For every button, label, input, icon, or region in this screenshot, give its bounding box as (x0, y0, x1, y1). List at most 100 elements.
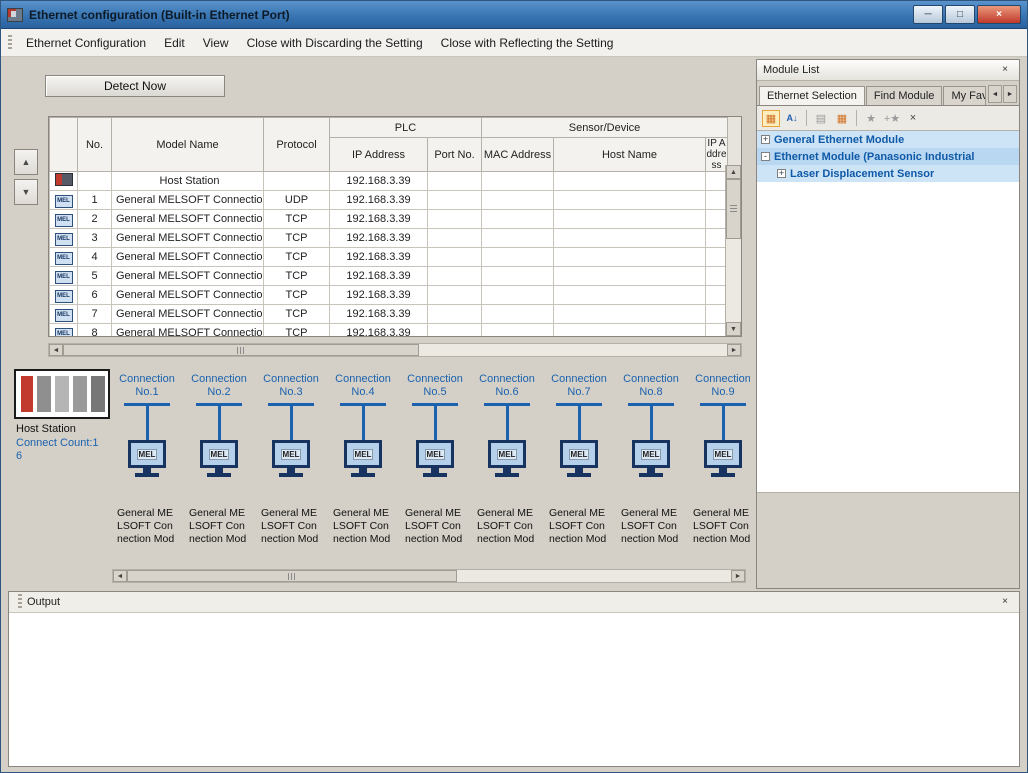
menu-ethernet-configuration[interactable]: Ethernet Configuration (17, 32, 155, 54)
model-name-cell[interactable]: General MELSOFT Connection (112, 191, 264, 210)
scroll-right-button[interactable]: ► (727, 344, 741, 356)
ip-address-cell[interactable]: 192.168.3.39 (330, 305, 428, 324)
model-name-cell[interactable]: General MELSOFT Connection (112, 286, 264, 305)
sort-icon[interactable]: A↓ (783, 110, 801, 127)
menu-view[interactable]: View (194, 32, 238, 54)
protocol-cell[interactable]: TCP (264, 286, 330, 305)
add-favorite-icon[interactable]: +★ (883, 110, 901, 127)
scrollbar-track[interactable] (419, 344, 727, 356)
no-cell[interactable]: 1 (78, 191, 112, 210)
expand-icon[interactable]: + (761, 135, 770, 144)
table-row[interactable]: MEL5General MELSOFT ConnectionTCP192.168… (50, 267, 728, 286)
module-icon-cell[interactable]: MEL (50, 286, 78, 305)
no-cell[interactable] (78, 172, 112, 191)
model-name-cell[interactable]: General MELSOFT Connection (112, 210, 264, 229)
tab-find-module[interactable]: Find Module (866, 86, 943, 105)
model-name-cell[interactable]: General MELSOFT Connection (112, 229, 264, 248)
tree-item[interactable]: +Laser Displacement Sensor (757, 165, 1019, 182)
connection-2[interactable]: Connection No.2MELGeneral ME LSOFT Con n… (183, 373, 255, 546)
scrollbar-thumb[interactable] (63, 344, 419, 356)
connection-1[interactable]: Connection No.1MELGeneral ME LSOFT Con n… (111, 373, 183, 546)
move-down-button[interactable]: ▼ (14, 179, 38, 205)
no-cell[interactable]: 3 (78, 229, 112, 248)
detect-now-button[interactable]: Detect Now (45, 75, 225, 97)
close-button[interactable]: × (977, 5, 1021, 24)
table-vertical-scrollbar[interactable]: ▲ ▼ (725, 165, 741, 336)
connection-4[interactable]: Connection No.4MELGeneral ME LSOFT Con n… (327, 373, 399, 546)
no-cell[interactable]: 8 (78, 324, 112, 338)
no-cell[interactable]: 4 (78, 248, 112, 267)
protocol-cell[interactable]: UDP (264, 191, 330, 210)
scroll-left-button[interactable]: ◄ (113, 570, 127, 582)
port-cell[interactable] (428, 286, 482, 305)
port-cell[interactable] (428, 248, 482, 267)
port-cell[interactable] (428, 210, 482, 229)
move-up-button[interactable]: ▲ (14, 149, 38, 175)
menu-close-discarding[interactable]: Close with Discarding the Setting (238, 32, 432, 54)
group-list-icon[interactable]: ▤ (812, 110, 830, 127)
module-icon-cell[interactable]: MEL (50, 191, 78, 210)
module-list-close-button[interactable]: × (997, 63, 1013, 78)
collapse-icon[interactable]: - (761, 152, 770, 161)
connection-8[interactable]: Connection No.8MELGeneral ME LSOFT Con n… (615, 373, 687, 546)
connection-3[interactable]: Connection No.3MELGeneral ME LSOFT Con n… (255, 373, 327, 546)
protocol-cell[interactable]: TCP (264, 305, 330, 324)
table-row[interactable]: MEL8General MELSOFT ConnectionTCP192.168… (50, 324, 728, 338)
port-cell[interactable] (428, 172, 482, 191)
titlebar[interactable]: Ethernet configuration (Built-in Etherne… (1, 1, 1027, 29)
mac-address-cell[interactable] (482, 248, 554, 267)
connection-6[interactable]: Connection No.6MELGeneral ME LSOFT Con n… (471, 373, 543, 546)
tab-scroll-right-button[interactable]: ► (1003, 85, 1017, 103)
ip-address-cell[interactable]: 192.168.3.39 (330, 286, 428, 305)
module-icon-cell[interactable] (50, 172, 78, 191)
host-name-cell[interactable] (554, 172, 706, 191)
port-cell[interactable] (428, 229, 482, 248)
ip-address-cell[interactable]: 192.168.3.39 (330, 210, 428, 229)
favorite-icon[interactable]: ★ (862, 110, 880, 127)
protocol-cell[interactable]: TCP (264, 324, 330, 338)
scroll-up-button[interactable]: ▲ (726, 165, 741, 179)
ip-address-cell[interactable]: 192.168.3.39 (330, 191, 428, 210)
maximize-button[interactable]: □ (945, 5, 975, 24)
connection-9[interactable]: Connection No.9MELGeneral ME LSOFT Con n… (687, 373, 750, 546)
menubar-grip[interactable] (8, 35, 12, 51)
table-row[interactable]: MEL1General MELSOFT ConnectionUDP192.168… (50, 191, 728, 210)
ip-address-cell[interactable]: 192.168.3.39 (330, 172, 428, 191)
scrollbar-track[interactable] (457, 570, 731, 582)
mac-address-cell[interactable] (482, 324, 554, 338)
no-cell[interactable]: 2 (78, 210, 112, 229)
protocol-cell[interactable]: TCP (264, 248, 330, 267)
protocol-cell[interactable]: TCP (264, 210, 330, 229)
scrollbar-thumb[interactable] (127, 570, 457, 582)
scroll-right-button[interactable]: ► (731, 570, 745, 582)
menu-close-reflecting[interactable]: Close with Reflecting the Setting (432, 32, 623, 54)
table-row[interactable]: MEL2General MELSOFT ConnectionTCP192.168… (50, 210, 728, 229)
diagram-horizontal-scrollbar[interactable]: ◄ ► (112, 569, 746, 583)
connection-7[interactable]: Connection No.7MELGeneral ME LSOFT Con n… (543, 373, 615, 546)
scrollbar-thumb[interactable] (726, 179, 741, 239)
delete-icon[interactable]: × (904, 110, 922, 127)
mac-address-cell[interactable] (482, 305, 554, 324)
table-row[interactable]: MEL4General MELSOFT ConnectionTCP192.168… (50, 248, 728, 267)
tab-scroll-left-button[interactable]: ◄ (988, 85, 1002, 103)
tree-item[interactable]: -Ethernet Module (Panasonic Industrial (757, 148, 1019, 165)
protocol-cell[interactable]: TCP (264, 267, 330, 286)
output-close-button[interactable]: × (997, 595, 1013, 610)
mac-address-cell[interactable] (482, 229, 554, 248)
no-cell[interactable]: 7 (78, 305, 112, 324)
menu-edit[interactable]: Edit (155, 32, 194, 54)
module-icon-cell[interactable]: MEL (50, 248, 78, 267)
model-name-cell[interactable]: Host Station (112, 172, 264, 191)
host-name-cell[interactable] (554, 191, 706, 210)
host-name-cell[interactable] (554, 248, 706, 267)
host-name-cell[interactable] (554, 305, 706, 324)
model-name-cell[interactable]: General MELSOFT Connection (112, 267, 264, 286)
protocol-cell[interactable] (264, 172, 330, 191)
expand-icon[interactable]: + (777, 169, 786, 178)
port-cell[interactable] (428, 305, 482, 324)
model-name-cell[interactable]: General MELSOFT Connection (112, 324, 264, 338)
module-icon-cell[interactable]: MEL (50, 267, 78, 286)
host-name-cell[interactable] (554, 286, 706, 305)
connection-5[interactable]: Connection No.5MELGeneral ME LSOFT Con n… (399, 373, 471, 546)
ip-address-cell[interactable]: 192.168.3.39 (330, 248, 428, 267)
